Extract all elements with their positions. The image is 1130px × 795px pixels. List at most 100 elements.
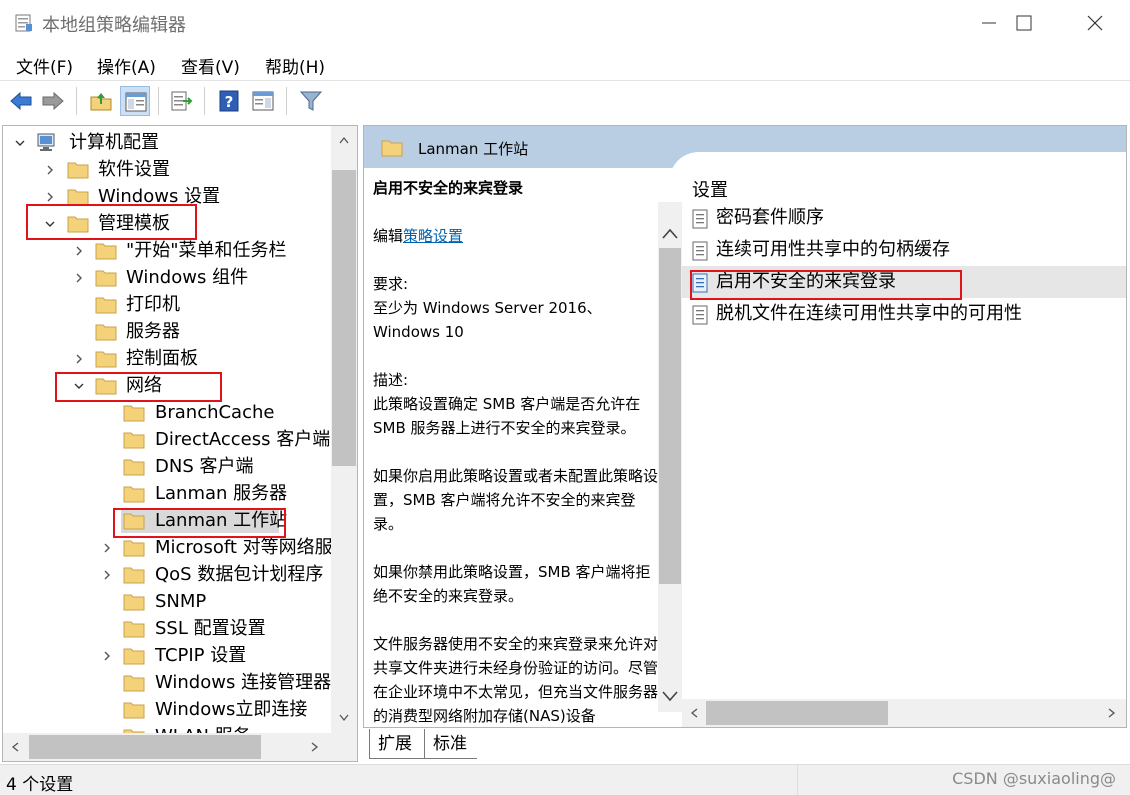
scroll-right-icon[interactable]: [311, 742, 319, 752]
settings-column-header[interactable]: 设置: [692, 176, 728, 202]
tree-node-start-menu[interactable]: "开始"菜单和任务栏: [3, 237, 331, 264]
tree-node-software-settings[interactable]: 软件设置: [3, 156, 331, 183]
forward-button[interactable]: [38, 86, 68, 116]
annotation-box-network: [55, 372, 222, 402]
tree-node-printers[interactable]: 打印机: [3, 291, 331, 318]
tree-node-snmp[interactable]: SNMP: [3, 588, 331, 615]
show-hide-action-pane-button[interactable]: [248, 86, 278, 116]
tree-node-server[interactable]: 服务器: [3, 318, 331, 345]
details-pane: Lanman 工作站 启用不安全的来宾登录 编辑策略设置 要求: 至少为 Win…: [363, 125, 1127, 728]
tree-node-label: Microsoft 对等网络服务: [155, 537, 331, 558]
setting-row[interactable]: 脱机文件在连续可用性共享中的可用性: [682, 298, 1126, 330]
tree-node-wcn[interactable]: Windows立即连接: [3, 696, 331, 723]
export-list-button[interactable]: [166, 86, 196, 116]
tree-node-dns-client[interactable]: DNS 客户端: [3, 453, 331, 480]
edit-policy-line: 编辑策略设置: [373, 224, 658, 248]
chevron-right-icon[interactable]: [74, 273, 84, 283]
requirements-line2: Windows 10: [373, 323, 464, 341]
filter-button[interactable]: [296, 86, 326, 116]
tree-node-label: Windows 连接管理器: [155, 672, 331, 693]
tab-standard[interactable]: 标准: [425, 729, 477, 759]
menu-file[interactable]: 文件(F): [16, 53, 73, 78]
scrollbar-thumb[interactable]: [659, 248, 681, 584]
scroll-left-icon[interactable]: [690, 708, 698, 718]
folder-icon: [123, 702, 145, 719]
tree-node-ssl[interactable]: SSL 配置设置: [3, 615, 331, 642]
view-tabs: 扩展 标准: [363, 729, 763, 761]
folder-icon: [95, 297, 117, 314]
tree-node-tcpip[interactable]: TCPIP 设置: [3, 642, 331, 669]
up-one-level-button[interactable]: [86, 86, 116, 116]
chevron-right-icon[interactable]: [74, 246, 84, 256]
folder-icon: [67, 162, 89, 179]
back-button[interactable]: [6, 86, 36, 116]
help-icon: ?: [219, 90, 239, 112]
navigation-tree-pane: 计算机配置 软件设置 Windows 设置 管理模板 "开始"菜单和任务栏 Wi…: [2, 125, 358, 762]
chevron-right-icon[interactable]: [102, 570, 112, 580]
toolbar-separator: [158, 87, 159, 115]
tree-node-label: Windows 组件: [126, 267, 249, 288]
menu-action[interactable]: 操作(A): [97, 53, 156, 78]
chevron-right-icon[interactable]: [74, 354, 84, 364]
menu-bar: 文件(F) 操作(A) 查看(V) 帮助(H): [0, 46, 1130, 80]
scrollbar-thumb[interactable]: [332, 170, 356, 466]
tree-node-label: BranchCache: [155, 402, 275, 423]
toolbar-separator: [204, 87, 205, 115]
scroll-up-icon[interactable]: [339, 136, 349, 144]
chevron-right-icon[interactable]: [45, 192, 55, 202]
show-hide-tree-button[interactable]: [120, 86, 150, 116]
tree-node-label: DirectAccess 客户端体: [155, 429, 331, 450]
menu-help[interactable]: 帮助(H): [265, 53, 325, 78]
scroll-right-icon[interactable]: [1108, 708, 1116, 718]
help-button[interactable]: ?: [214, 86, 244, 116]
up-folder-icon: [90, 93, 112, 111]
settings-horizontal-scrollbar[interactable]: [682, 699, 1126, 727]
scrollbar-thumb[interactable]: [706, 701, 888, 725]
close-button[interactable]: [1060, 0, 1130, 46]
tree-node-microsoft-p2p[interactable]: Microsoft 对等网络服务: [3, 534, 331, 561]
annotation-box-lanman-workstation: [113, 508, 286, 538]
tree-node-wlan[interactable]: WLAN 服务: [3, 723, 331, 733]
setting-row[interactable]: 密码套件顺序: [682, 202, 1126, 234]
scroll-up-icon[interactable]: [662, 228, 678, 240]
tree-node-directaccess[interactable]: DirectAccess 客户端体: [3, 426, 331, 453]
settings-list: 设置 密码套件顺序 连续可用性共享中的句柄缓存 启用不安全的来宾登录 脱机文件在…: [682, 168, 1126, 698]
description-paragraph-3: 如果你禁用此策略设置，SMB 客户端将拒绝不安全的来宾登录。: [373, 563, 651, 605]
tree-node-qos[interactable]: QoS 数据包计划程序: [3, 561, 331, 588]
scroll-down-icon[interactable]: [339, 714, 349, 722]
tree-node-windows-components[interactable]: Windows 组件: [3, 264, 331, 291]
chevron-down-icon[interactable]: [15, 138, 25, 148]
tab-extended[interactable]: 扩展: [369, 729, 425, 759]
tree-node-label: 控制面板: [126, 348, 198, 369]
setting-name: 密码套件顺序: [716, 207, 824, 228]
folder-icon: [123, 486, 145, 503]
description-vertical-scrollbar[interactable]: [658, 202, 682, 712]
description-paragraph-1: 此策略设置确定 SMB 客户端是否允许在 SMB 服务器上进行不安全的来宾登录。: [373, 395, 641, 437]
chevron-right-icon[interactable]: [102, 543, 112, 553]
scroll-left-icon[interactable]: [11, 742, 19, 752]
folder-icon: [123, 729, 145, 733]
menu-view[interactable]: 查看(V): [181, 53, 240, 78]
chevron-right-icon[interactable]: [102, 651, 112, 661]
folder-icon: [67, 189, 89, 206]
description-label: 描述:: [373, 371, 409, 389]
maximize-button[interactable]: [990, 0, 1060, 46]
folder-icon: [381, 140, 403, 157]
scroll-down-icon[interactable]: [662, 690, 678, 702]
details-header-title: Lanman 工作站: [418, 140, 529, 158]
tree-node-computer-config[interactable]: 计算机配置: [3, 129, 331, 156]
annotation-box-admin-templates: [26, 204, 197, 240]
tree-horizontal-scrollbar[interactable]: [3, 733, 331, 761]
tree-node-label: "开始"菜单和任务栏: [126, 240, 287, 261]
requirements-label: 要求:: [373, 275, 409, 293]
setting-row[interactable]: 连续可用性共享中的句柄缓存: [682, 234, 1126, 266]
folder-icon: [123, 540, 145, 557]
tree-node-control-panel[interactable]: 控制面板: [3, 345, 331, 372]
tree-node-lanman-server[interactable]: Lanman 服务器: [3, 480, 331, 507]
tree-node-branchcache[interactable]: BranchCache: [3, 399, 331, 426]
edit-policy-link[interactable]: 策略设置: [403, 227, 463, 245]
tree-vertical-scrollbar[interactable]: [331, 126, 357, 733]
chevron-right-icon[interactable]: [45, 165, 55, 175]
tree-node-wcm[interactable]: Windows 连接管理器: [3, 669, 331, 696]
scrollbar-thumb[interactable]: [29, 735, 261, 759]
